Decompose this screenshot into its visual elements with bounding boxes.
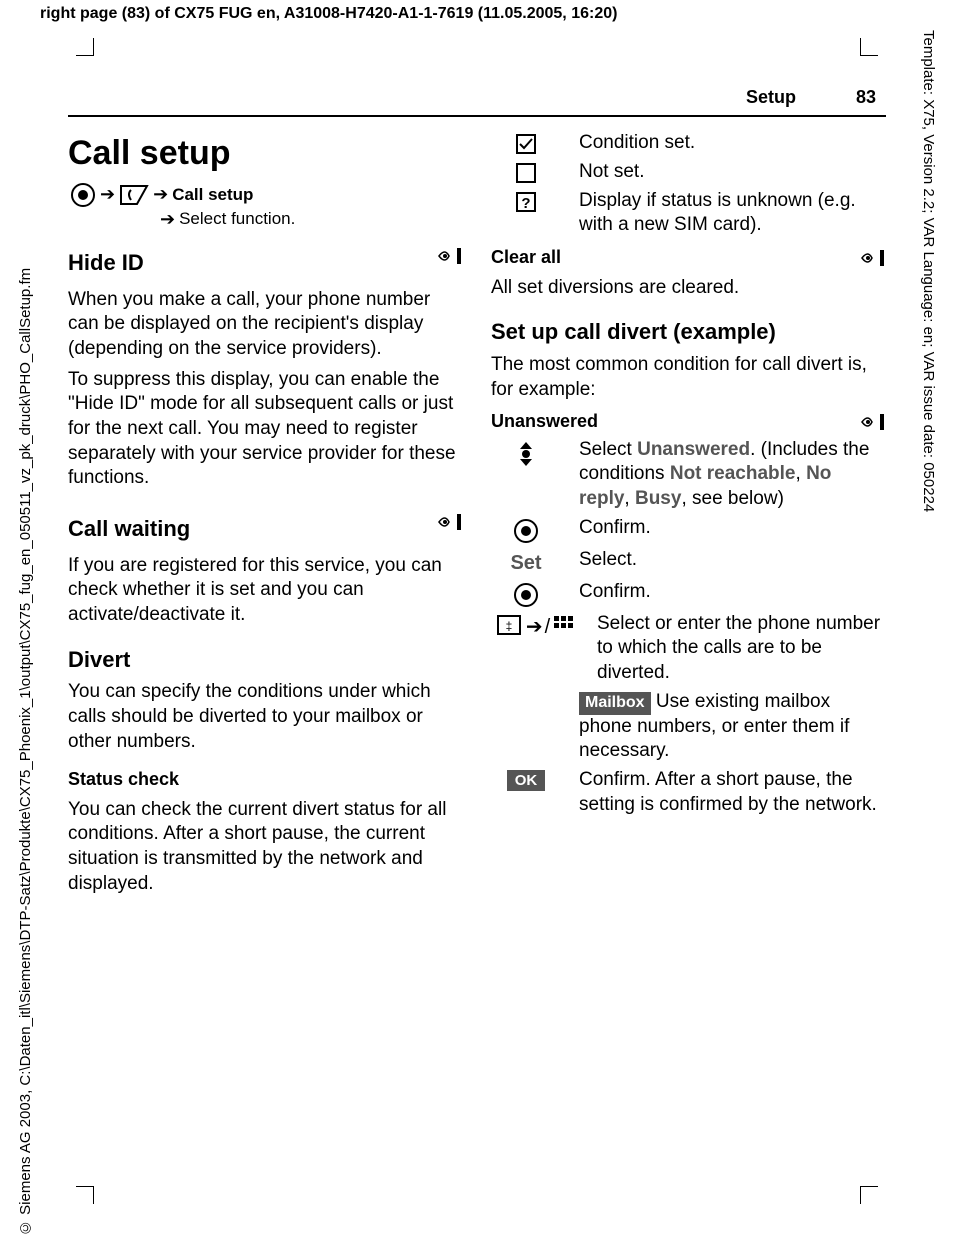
nav-updown-icon: [517, 440, 535, 468]
provider-icon: [858, 248, 886, 268]
page-number: 83: [856, 86, 876, 109]
legend-row: ? Display if status is unknown (e.g. wit…: [491, 189, 886, 238]
step-row: ‡ ➔/ Select or enter the phone number to…: [491, 612, 886, 686]
slash: /: [545, 614, 551, 640]
legend-text: Display if status is unknown (e.g. with …: [579, 189, 886, 238]
section-title: Setup: [746, 86, 796, 109]
top-meta: right page (83) of CX75 FUG en, A31008-H…: [40, 4, 617, 25]
step-text: Confirm. After a short pause, the settin…: [579, 768, 886, 817]
provider-icon: [435, 246, 463, 266]
legend-text: Condition set.: [579, 131, 886, 156]
phone-icon: [119, 184, 149, 206]
checkbox-empty-icon: [515, 162, 537, 184]
step-row: Confirm.: [491, 516, 886, 544]
right-margin-text: Template: X75, Version 2.2; VAR Language…: [919, 30, 939, 512]
arrow-icon: ➔: [153, 183, 168, 206]
body-text: If you are registered for this service, …: [68, 554, 463, 628]
provider-icon: [858, 412, 886, 432]
crop-mark-icon: [76, 38, 94, 56]
top-meta-text: right page (83) of CX75 FUG en, A31008-H…: [40, 5, 617, 22]
crumb-label: Select function.: [179, 208, 295, 230]
body-text: The most common condition for call diver…: [491, 353, 886, 402]
body-text: You can specify the conditions under whi…: [68, 680, 463, 754]
arrow-icon: ➔: [100, 183, 115, 206]
page-title: Call setup: [68, 131, 463, 175]
step-text: Select.: [579, 548, 886, 573]
phonebook-icon: ‡: [496, 614, 524, 636]
heading-example: Set up call divert (example): [491, 318, 886, 347]
step-text: Confirm.: [579, 580, 886, 605]
crumb-label: Call setup: [172, 184, 253, 206]
target-icon: [513, 582, 539, 608]
crop-mark-icon: [76, 1186, 94, 1204]
legend-row: Not set.: [491, 160, 886, 185]
heading-status-check: Status check: [68, 768, 463, 791]
arrow-icon: ➔: [160, 208, 175, 231]
checkbox-checked-icon: [515, 133, 537, 155]
svg-text:?: ?: [521, 195, 530, 212]
step-text: Select Unanswered. (Includes the conditi…: [579, 438, 886, 512]
keypad-icon: [552, 614, 574, 636]
set-label: Set: [510, 550, 541, 576]
body-text: All set diversions are cleared.: [491, 276, 886, 301]
heading-divert: Divert: [68, 646, 463, 675]
crop-mark-icon: [860, 38, 878, 56]
step-row: OK Confirm. After a short pause, the set…: [491, 768, 886, 817]
heading-call-waiting: Call waiting: [68, 515, 190, 544]
body-text: To suppress this display, you can enable…: [68, 368, 463, 491]
step-row: Select Unanswered. (Includes the conditi…: [491, 438, 886, 512]
left-margin-text: © Siemens AG 2003, C:\Daten_itl\Siemens\…: [16, 70, 36, 1236]
heading-unanswered: Unanswered: [491, 410, 598, 433]
body-text: When you make a call, your phone number …: [68, 288, 463, 362]
heading-hide-id: Hide ID: [68, 249, 144, 278]
right-column: Condition set. Not set. ? Display if sta…: [491, 127, 886, 902]
step-row: Set Select.: [491, 548, 886, 576]
legend-text: Not set.: [579, 160, 886, 185]
step-text: Confirm.: [579, 516, 886, 541]
checkbox-question-icon: ?: [515, 191, 537, 213]
ok-label: OK: [507, 770, 546, 792]
arrow-icon: ➔: [526, 614, 543, 640]
page-body: Setup 83 Call setup ➔ ➔ Call setup ➔ Sel…: [68, 26, 886, 1216]
crop-mark-icon: [860, 1186, 878, 1204]
step-text: Mailbox Use existing mailbox phone numbe…: [579, 690, 886, 764]
target-icon: [513, 518, 539, 544]
breadcrumb-line2: ➔ Select function.: [70, 208, 463, 231]
step-row: Confirm.: [491, 580, 886, 608]
left-column: Call setup ➔ ➔ Call setup ➔ Select funct…: [68, 127, 463, 902]
provider-icon: [435, 512, 463, 532]
mailbox-label: Mailbox: [579, 692, 651, 715]
heading-clear-all: Clear all: [491, 246, 561, 269]
svg-text:‡: ‡: [505, 619, 512, 633]
breadcrumb: ➔ ➔ Call setup: [70, 182, 463, 208]
body-text: You can check the current divert status …: [68, 798, 463, 897]
legend-row: Condition set.: [491, 131, 886, 156]
running-header: Setup 83: [68, 26, 886, 117]
step-row: Mailbox Use existing mailbox phone numbe…: [491, 690, 886, 764]
step-text: Select or enter the phone number to whic…: [597, 612, 886, 686]
target-icon: [70, 182, 96, 208]
